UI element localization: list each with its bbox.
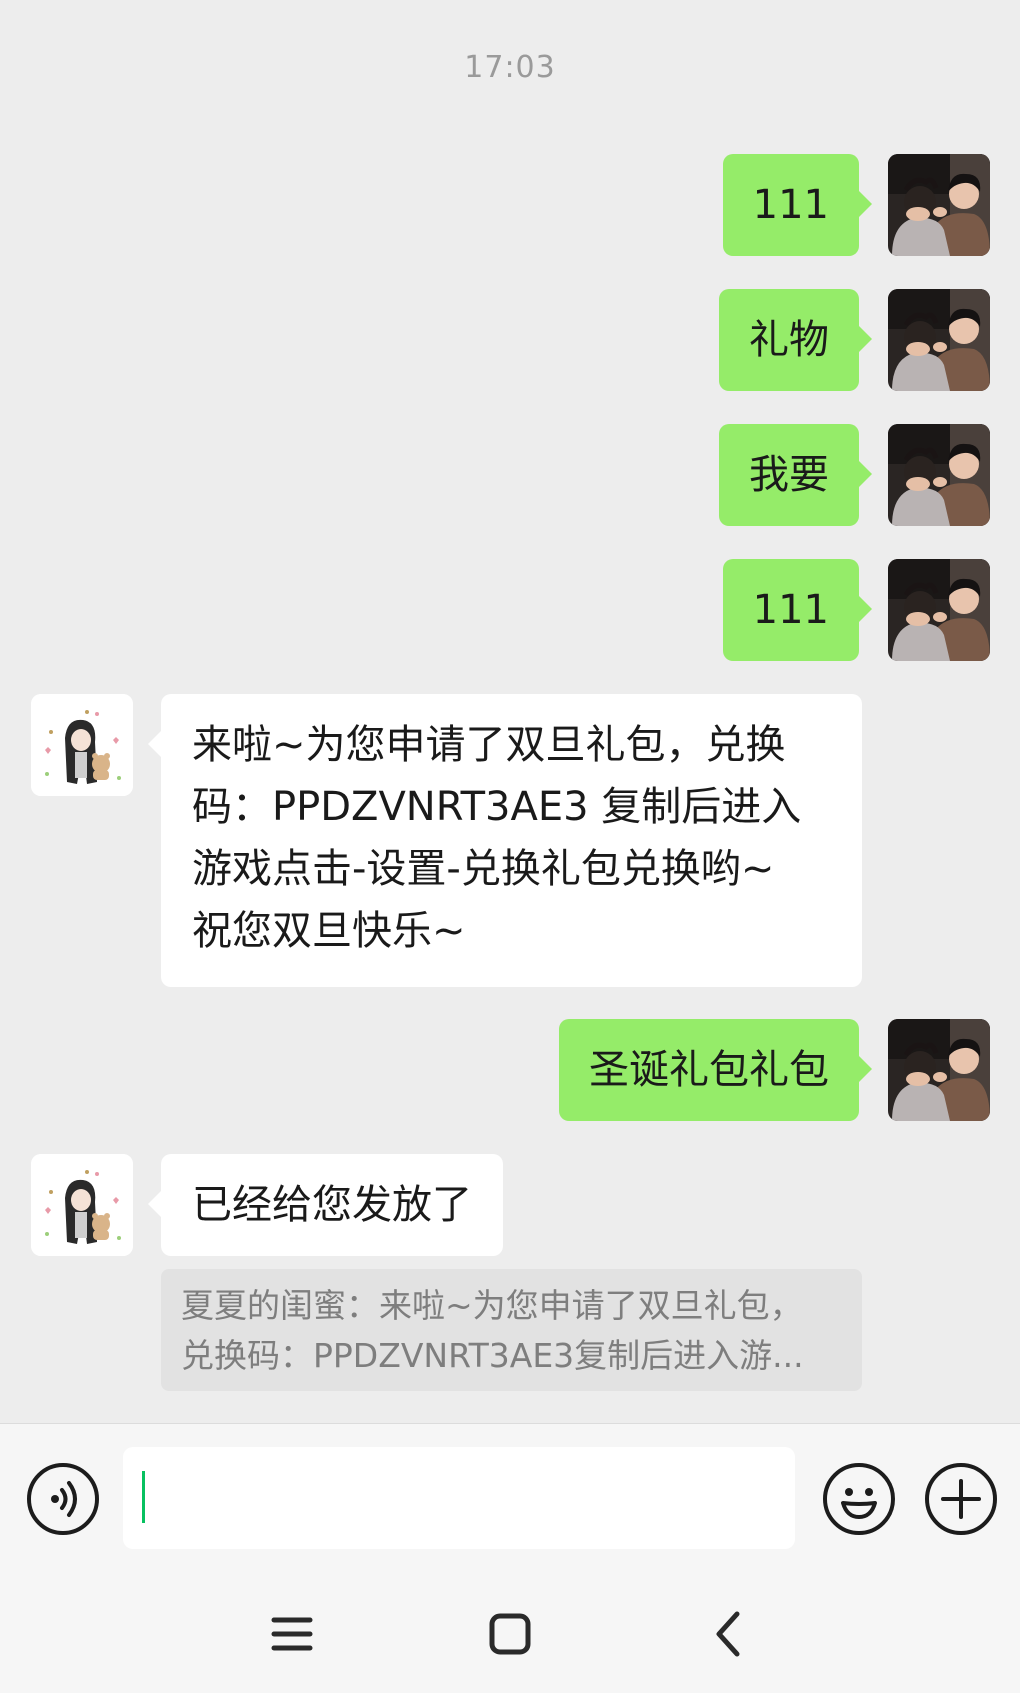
emoji-button[interactable] <box>823 1463 895 1535</box>
emoji-icon <box>841 1488 877 1519</box>
back-icon <box>716 1611 740 1657</box>
home-button[interactable] <box>480 1604 540 1664</box>
back-button[interactable] <box>699 1604 759 1664</box>
contact-avatar[interactable] <box>31 694 133 796</box>
chat-timestamp: 17:03 <box>464 50 556 85</box>
my-avatar[interactable] <box>888 289 990 391</box>
my-avatar[interactable] <box>888 1019 990 1121</box>
plus-icon <box>941 1479 981 1519</box>
quoted-message-line: 兑换码：PPDZVNRT3AE3复制后进入游... <box>181 1336 804 1375</box>
contact-avatar[interactable] <box>31 1154 133 1256</box>
recent-apps-button[interactable] <box>262 1604 322 1664</box>
home-icon <box>489 1613 531 1655</box>
message-line: 祝您双旦快乐~ <box>192 908 466 954</box>
menu-icon <box>271 1617 313 1651</box>
incoming-message-bubble[interactable]: 已经给您发放了 <box>148 1154 503 1256</box>
outgoing-message-bubble[interactable]: 我要 <box>719 424 872 526</box>
my-avatar[interactable] <box>888 154 990 256</box>
system-navigation-bar <box>0 1574 1020 1693</box>
text-caret <box>142 1471 145 1523</box>
voice-icon <box>51 1481 77 1517</box>
message-input[interactable] <box>123 1447 795 1549</box>
my-avatar[interactable] <box>888 559 990 661</box>
quoted-message[interactable]: 夏夏的闺蜜：来啦~为您申请了双旦礼包， 兑换码：PPDZVNRT3AE3复制后进… <box>161 1269 862 1391</box>
message-line: 游戏点击-设置-兑换礼包兑换哟~ <box>192 846 775 892</box>
my-avatar[interactable] <box>888 424 990 526</box>
message-line: 来啦~为您申请了双旦礼包，兑换 <box>192 722 786 768</box>
incoming-message-bubble[interactable]: 来啦~为您申请了双旦礼包，兑换 码：PPDZVNRT3AE3 复制后进入 游戏点… <box>148 694 862 987</box>
more-functions-button[interactable] <box>925 1463 997 1535</box>
quoted-message-line: 夏夏的闺蜜：来啦~为您申请了双旦礼包， <box>181 1286 803 1325</box>
outgoing-message-bubble[interactable]: 圣诞礼包礼包 <box>559 1019 872 1121</box>
voice-input-button[interactable] <box>27 1463 99 1535</box>
outgoing-message-bubble[interactable]: 礼物 <box>719 289 872 391</box>
message-line: 码：PPDZVNRT3AE3 复制后进入 <box>192 784 802 830</box>
chat-input-bar <box>0 1423 1020 1574</box>
outgoing-message-bubble[interactable]: 111 <box>722 154 873 256</box>
outgoing-message-bubble[interactable]: 111 <box>722 559 873 661</box>
